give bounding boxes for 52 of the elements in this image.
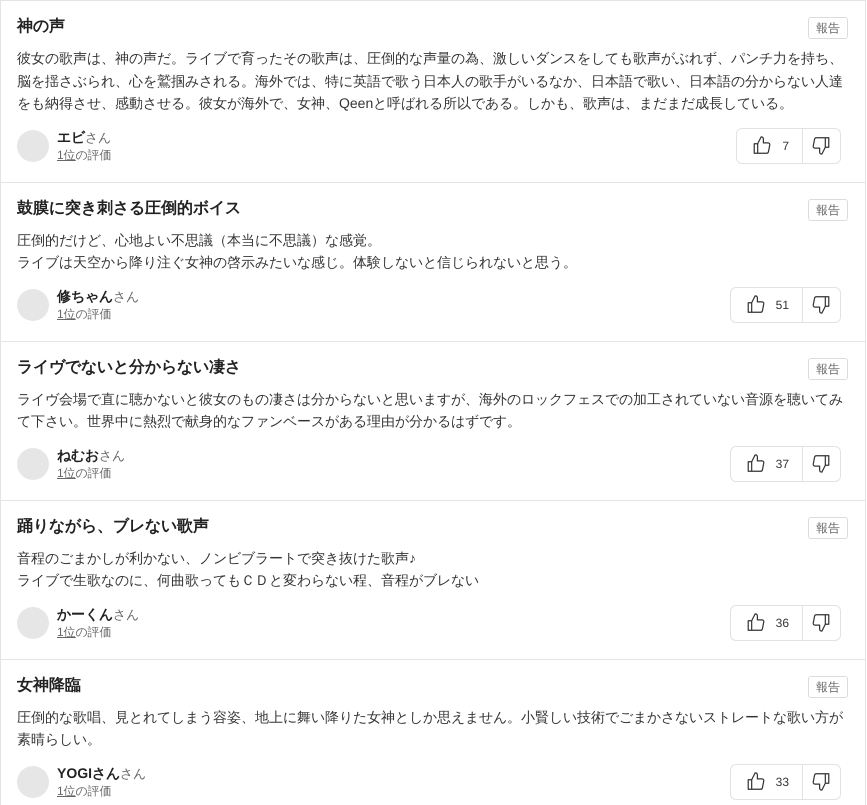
report-button[interactable]: 報告 [808,17,848,39]
report-button[interactable]: 報告 [808,358,848,380]
rank-text: 1位の評価 [57,783,113,799]
author-name: ねむおさん [57,446,125,465]
like-button[interactable]: 51 [730,288,803,322]
thumbs-down-icon [812,454,830,473]
author-name: かーくんさん [57,605,139,624]
thumbs-down-icon [812,295,830,314]
author-name: エビさん [57,128,112,147]
review-text: ライブで生歌なのに、何曲歌ってもＣＤと変わらない程、音程がブレない [17,571,480,590]
thumbs-down-icon [812,136,830,155]
rank-link[interactable]: 1位 [57,466,76,480]
rank-link[interactable]: 1位 [57,148,76,162]
review-text: 圧倒的だけど、心地よい不思議（本当に不思議）な感覚。 [17,230,382,250]
thumbs-up-icon [746,613,765,632]
like-button[interactable]: 37 [730,446,803,480]
author-name: YOGIさんさん [57,764,146,783]
thumbs-up-icon [753,136,772,155]
thumbs-down-icon [812,772,830,791]
author-name: 修ちゃんさん [57,287,139,306]
thumbs-up-icon [746,295,765,314]
avatar-icon [17,130,49,162]
report-button[interactable]: 報告 [808,676,848,698]
rank-link[interactable]: 1位 [57,784,76,798]
avatar-icon [17,288,49,320]
review-title: ライヴでないと分からない凄さ [17,358,241,378]
report-button[interactable]: 報告 [808,516,848,538]
review-title: 女神降臨 [17,675,81,696]
review-title: 鼓膜に突き刺さる圧倒的ボイス [17,198,241,218]
rank-text: 1位の評価 [57,147,112,163]
like-button[interactable]: 36 [730,606,803,640]
like-button[interactable]: 33 [730,764,803,798]
review-text: ライヴ会場で直に聴かないと彼女のもの凄さは分からないと思いますが、海外のロックフェスでの加工されていない音源を聴いてみて下さい。世界中に熱烈で献身的なファンベースがある理由が分かるはずです。 [17,390,844,431]
avatar-icon [17,766,49,798]
review-title: 踊りながら、ブレない歌声 [17,516,209,536]
thumbs-up-icon [746,454,765,473]
rank-text: 1位の評価 [57,624,113,640]
report-button[interactable]: 報告 [808,198,848,220]
rank-link[interactable]: 1位 [57,625,76,639]
review-text: ライブは天空から降り注ぐ女神の啓示みたいな感じ。体験しないと信じられないと思う。 [17,253,578,272]
review-text: 彼女の歌声は、神の声だ。ライブで育ったその歌声は、圧倒的な声量の為、激しいダンスをしても歌声がぶれず、パンチ力を持ち、脳を揺さぶられ、心を鷲掴みされる。海外では、特に英語で歌う日本人の歌手がいるなか、日本語で歌い、日本語の分からない人達をも納得させ、感動させる。彼女が海外で、女神、Qeenと呼ばれる所以である。しかも、歌声は、まだまだ成長している。 [17,49,844,113]
like-button[interactable]: 7 [737,128,803,162]
rank-text: 1位の評価 [57,306,113,322]
thumbs-down-icon [812,613,830,632]
rank-link[interactable]: 1位 [57,307,76,321]
rank-text: 1位の評価 [57,465,113,481]
avatar-icon [17,448,49,480]
avatar-icon [17,606,49,638]
thumbs-up-icon [746,772,765,791]
review-title: 神の声 [17,16,65,37]
review-text: 音程のごまかしが利かない、ノンビブラートで突き抜けた歌声♪ [17,548,417,568]
review-text: 圧倒的な歌唱、見とれてしまう容姿、地上に舞い降りた女神としか思えません。小賢しい技術でごまかさないストレートな歌い方が素晴らしい。 [17,708,844,749]
